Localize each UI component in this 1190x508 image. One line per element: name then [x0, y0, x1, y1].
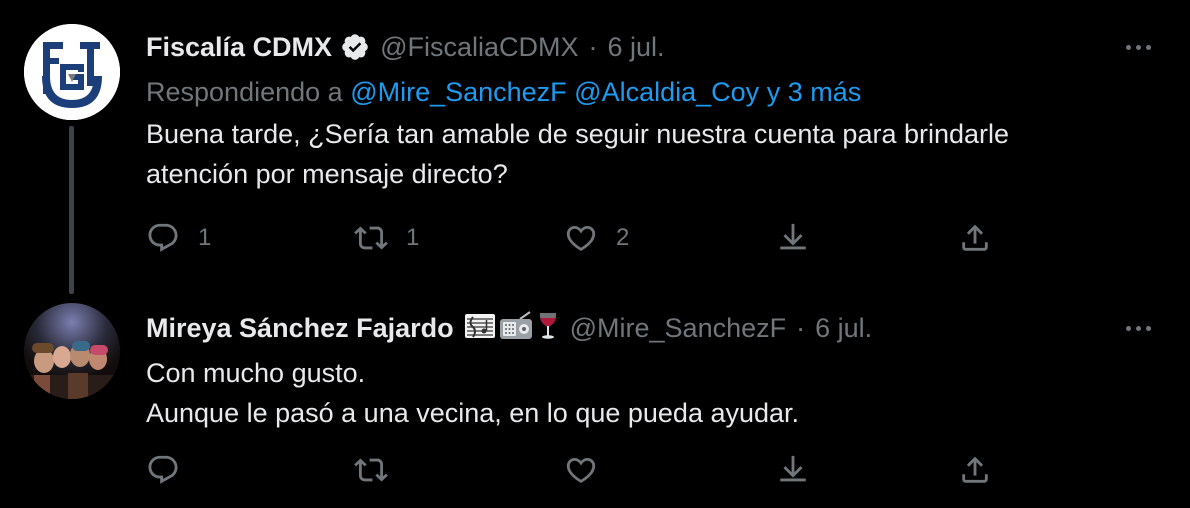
tweet-text-line: Con mucho gusto.: [146, 358, 366, 388]
share-button[interactable]: [958, 218, 992, 258]
tweet-time[interactable]: 6 jul.: [815, 313, 872, 344]
tweet-text: Buena tarde, ¿Sería tan amable de seguir…: [146, 114, 1160, 194]
retweet-button[interactable]: [354, 450, 388, 490]
tweet-text-line: Aunque le pasó a una vecina, en lo que p…: [146, 398, 800, 428]
download-icon: [780, 455, 806, 482]
reply-button[interactable]: [146, 450, 180, 490]
author-handle[interactable]: @Mire_SanchezF: [570, 313, 787, 344]
download-icon: [780, 223, 806, 250]
like-button[interactable]: 2: [564, 218, 629, 258]
tweet-actions: 1 1 2: [146, 218, 988, 258]
separator-dot: ·: [796, 312, 806, 343]
avatar[interactable]: [24, 303, 120, 399]
tweet-time[interactable]: 6 jul.: [608, 32, 665, 63]
download-button[interactable]: [776, 450, 810, 490]
replying-more-link[interactable]: y 3 más: [767, 77, 862, 107]
avatar[interactable]: [24, 24, 120, 120]
tweet-fiscalia[interactable]: Fiscalía CDMX @FiscaliaCDMX · 6 jul. Res…: [0, 0, 1190, 295]
heart-icon: [566, 225, 596, 251]
author-name[interactable]: Mireya Sánchez Fajardo: [146, 313, 454, 344]
share-icon: [962, 224, 988, 251]
tweet-header: Fiscalía CDMX @FiscaliaCDMX · 6 jul.: [146, 28, 1160, 66]
musical-score-emoji-icon: [464, 311, 496, 346]
more-dots-icon[interactable]: [1116, 32, 1160, 62]
author-handle[interactable]: @FiscaliaCDMX: [380, 32, 578, 63]
author-name[interactable]: Fiscalía CDMX: [146, 32, 332, 63]
tweet-text-line: Buena tarde, ¿Sería tan amable de seguir…: [146, 119, 1010, 149]
reply-button[interactable]: 1: [146, 218, 211, 258]
replying-mentions[interactable]: @Mire_SanchezF @Alcaldia_Coy: [350, 77, 759, 107]
replying-prefix: Respondiendo a: [146, 77, 343, 107]
retweet-button[interactable]: 1: [354, 218, 419, 258]
share-icon: [962, 456, 988, 483]
tweet-header: Mireya Sánchez Fajardo @Mire_SanchezF · …: [146, 309, 1160, 347]
download-button[interactable]: [776, 218, 810, 258]
like-count: 2: [616, 224, 630, 251]
fgj-logo: [24, 24, 120, 120]
replying-to: Respondiendo a @Mire_SanchezF @Alcaldia_…: [146, 72, 1160, 112]
tweet-actions: [146, 450, 988, 490]
reply-bubble-icon: [148, 223, 178, 252]
thread-line: [69, 126, 74, 294]
wine-glass-emoji-icon: [536, 311, 560, 346]
separator-dot: ·: [588, 31, 598, 62]
concert-photo: [24, 303, 120, 399]
like-button[interactable]: [564, 450, 598, 490]
reply-bubble-icon: [148, 455, 178, 484]
reply-count: 1: [198, 224, 212, 251]
radio-emoji-icon: [498, 310, 534, 346]
tweet-text: Con mucho gusto. Aunque le pasó a una ve…: [146, 353, 1160, 433]
share-button[interactable]: [958, 450, 992, 490]
retweet-icon: [354, 226, 388, 250]
heart-icon: [566, 457, 596, 483]
retweet-count: 1: [406, 224, 420, 251]
tweet-mireya[interactable]: Mireya Sánchez Fajardo @Mire_SanchezF · …: [0, 295, 1190, 508]
more-dots-icon[interactable]: [1116, 313, 1160, 343]
retweet-icon: [354, 458, 388, 482]
verified-badge-icon: [340, 32, 370, 62]
tweet-text-line: atención por mensaje directo?: [146, 159, 508, 189]
name-emojis: [464, 310, 560, 346]
